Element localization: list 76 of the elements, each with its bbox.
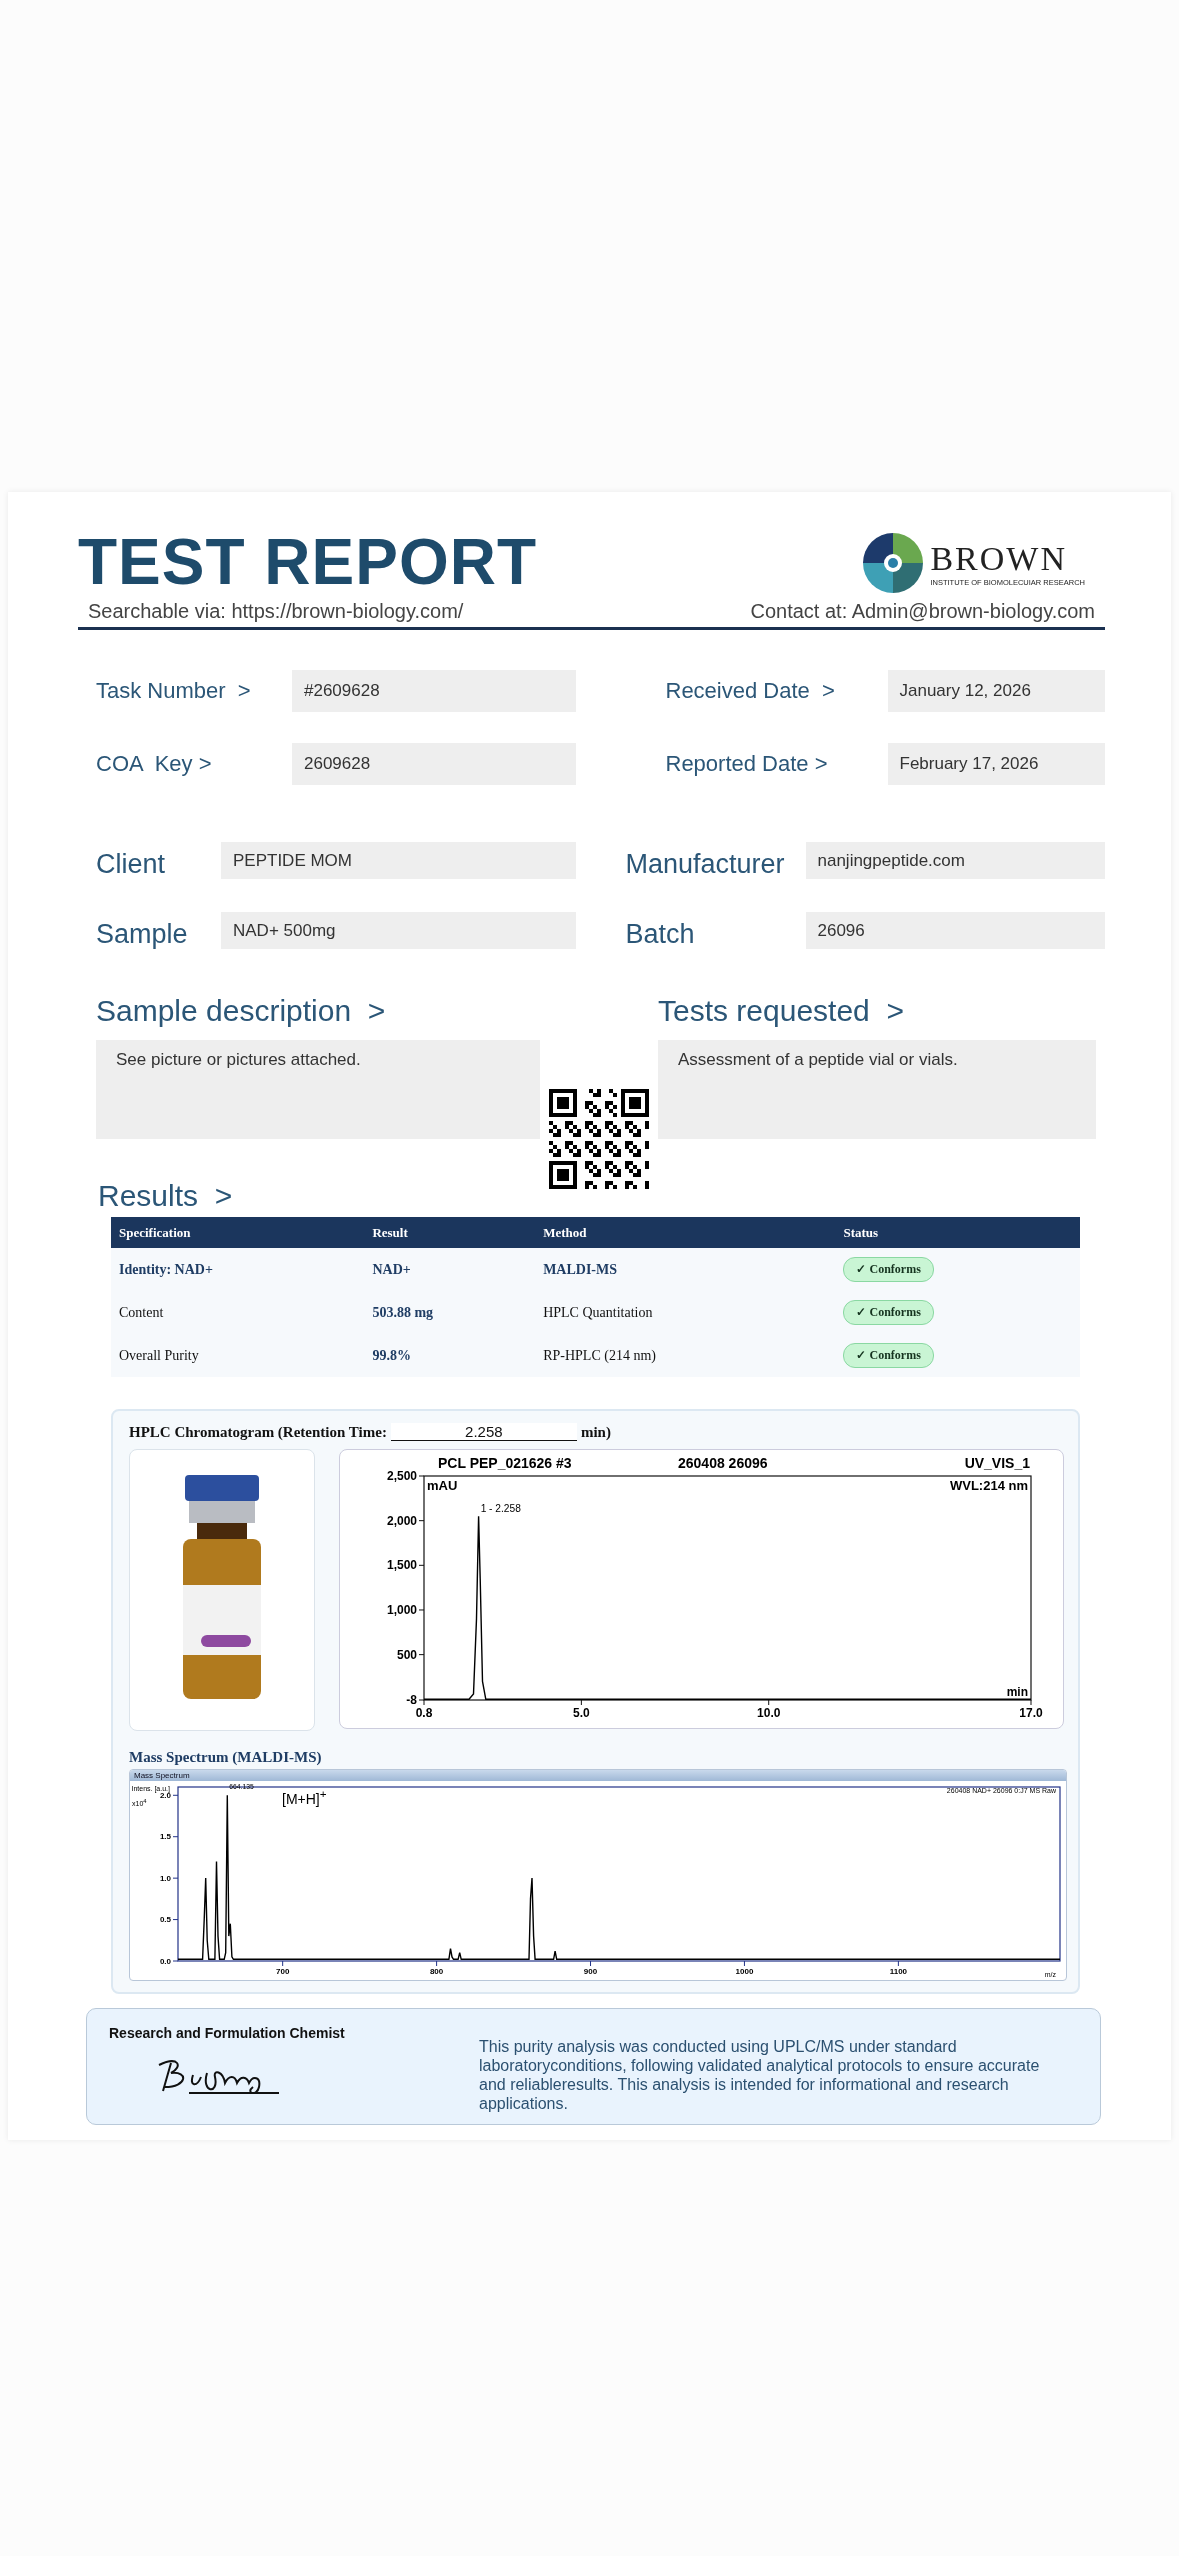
status-badge: ✓ Conforms (843, 1343, 934, 1368)
field-value: #2609628 (292, 670, 576, 712)
field-label: Sample (96, 919, 189, 950)
tick-label: 17.0 (1019, 1706, 1043, 1720)
report-title: TEST REPORT (78, 530, 538, 594)
table-cell: Overall Purity (111, 1334, 365, 1377)
tick-label: 800 (429, 1967, 444, 1976)
tick-label: 0.5 (159, 1915, 171, 1925)
run-id: PCL PEP_021626 #3 (438, 1455, 572, 1471)
contact-text: Contact at: Admin@brown-biology.com (750, 600, 1095, 623)
field-label: Batch (625, 919, 696, 950)
table-cell: NAD+ (364, 1248, 536, 1291)
signer-role: Research and Formulation Chemist (109, 2025, 346, 2041)
tick-label: 900 (583, 1967, 598, 1976)
chart-caption: Mass Spectrum (MALDI-MS) (129, 1749, 323, 1766)
field-label: Task Number > (96, 678, 252, 704)
status-badge: ✓ Conforms (843, 1300, 934, 1325)
tick-label: 10.0 (757, 1706, 781, 1720)
field-label: Client (96, 849, 167, 880)
field-value: 2609628 (292, 743, 576, 785)
field-label: Received Date > (665, 678, 836, 704)
status-badge: ✓ Conforms (843, 1257, 934, 1282)
field-value: 26096 (805, 912, 1105, 949)
logo-icon (862, 532, 925, 594)
field-label: COA Key > (96, 751, 213, 777)
tick-label: 1.5 (159, 1832, 171, 1842)
field-label: Reported Date > (665, 751, 829, 777)
tick-label: 500 (396, 1647, 417, 1662)
table-cell: 503.88 mg (364, 1291, 536, 1334)
channel-label: UV_VIS_1 (964, 1455, 1030, 1471)
tick-label: 2,500 (386, 1469, 417, 1483)
field-value: February 17, 2026 (887, 743, 1105, 785)
section-title: Tests requested > (658, 994, 905, 1028)
table-cell: MALDI-MS (535, 1248, 836, 1291)
retention-time-value: 2.258 (390, 1423, 577, 1441)
ion-label: [M+H]$^{+}$ (282, 1790, 327, 1807)
table-cell: HPLC Quantitation (535, 1291, 836, 1334)
field-value: NAD+ 500mg (221, 912, 576, 949)
field-value: PEPTIDE MOM (221, 842, 576, 879)
search-text: Searchable via: https://brown-biology.com/ (88, 600, 464, 623)
column-header: Method (535, 1217, 836, 1248)
field-value: nanjingpeptide.com (805, 842, 1105, 879)
tick-label: 700 (276, 1967, 290, 1976)
tick-label: 5.0 (573, 1706, 590, 1720)
qr-code-icon (549, 1089, 649, 1189)
tick-label: 1,500 (386, 1558, 417, 1573)
panel-title: Mass Spectrum (130, 1770, 1066, 1781)
column-header: Specification (111, 1217, 365, 1248)
tick-label: 1100 (889, 1967, 908, 1976)
chart-caption: HPLC Chromatogram (Retention Time: (129, 1424, 387, 1441)
description-text: See picture or pictures attached. (96, 1040, 540, 1139)
column-header: Result (364, 1217, 536, 1248)
section-title: Results > (97, 1179, 234, 1213)
field-value: January 12, 2026 (887, 670, 1105, 712)
peak-label: 1 - 2.258 (480, 1503, 521, 1515)
tick-label: 0.0 (159, 1956, 171, 1966)
tick-label: 1000 (735, 1967, 754, 1976)
table-cell: RP-HPLC (214 nm) (535, 1334, 836, 1377)
axis-label: min (1006, 1685, 1028, 1699)
field-label: Manufacturer (625, 849, 786, 880)
chart-caption: min) (580, 1424, 611, 1441)
sample-id: 260408 26096 (678, 1455, 768, 1471)
axis-label: mAU (427, 1478, 458, 1493)
description-text: Assessment of a peptide vial or vials. (658, 1040, 1096, 1139)
logo-name: BROWN (930, 539, 1068, 578)
wavelength-label: WVL:214 nm (950, 1478, 1028, 1493)
table-cell: 99.8% (364, 1334, 536, 1377)
table-cell: Identity: NAD+ (111, 1248, 365, 1291)
tick-label: 2,000 (386, 1513, 417, 1528)
section-title: Sample description > (96, 994, 387, 1028)
tick-label: 1.0 (159, 1873, 171, 1883)
tick-label: 0.8 (415, 1706, 433, 1720)
tick-label: 1,000 (386, 1602, 417, 1617)
tick-label: -8 (406, 1693, 417, 1707)
table-cell: Content (111, 1291, 365, 1334)
column-header: Status (835, 1217, 1080, 1248)
